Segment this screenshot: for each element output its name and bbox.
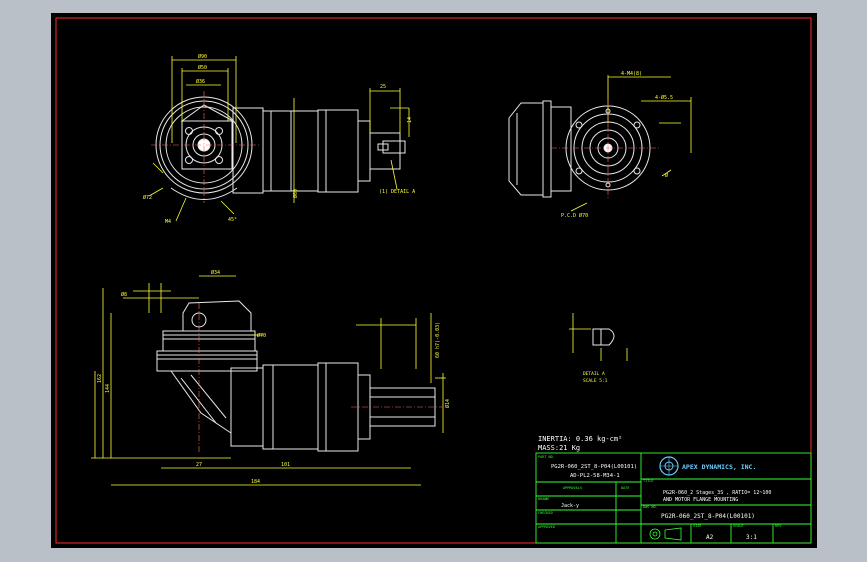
svg-text:PG2R-060_2ST_8-P04(L00101): PG2R-060_2ST_8-P04(L00101)	[551, 464, 637, 470]
drawing-canvas: Ø90 Ø50 Ø36 Ø60 25 14 (1) DETAIL A Ø72 M…	[55, 17, 812, 544]
svg-text:DWG NO.: DWG NO.	[643, 505, 658, 509]
inertia-note: INERTIA: 0.36 kg-cm²	[538, 435, 622, 443]
svg-text:PG2R-060_2ST_8-P04(L00101): PG2R-060_2ST_8-P04(L00101)	[661, 513, 755, 520]
svg-text:DRAWN: DRAWN	[538, 497, 549, 501]
svg-text:4-M4(8): 4-M4(8)	[621, 71, 642, 77]
company-name: APEX DYNAMICS, INC.	[682, 463, 756, 471]
svg-text:M4: M4	[165, 219, 171, 225]
svg-text:DATE: DATE	[621, 486, 629, 490]
detail-a	[592, 328, 615, 346]
svg-text:101: 101	[281, 462, 290, 468]
svg-text:P.C.D Ø70: P.C.D Ø70	[561, 212, 588, 219]
svg-text:14: 14	[407, 117, 413, 123]
detail-a-dims	[569, 313, 628, 361]
svg-text:CHECKED: CHECKED	[538, 511, 553, 515]
svg-text:Ø14: Ø14	[444, 399, 451, 408]
svg-text:4-Ø5.5: 4-Ø5.5	[655, 94, 673, 101]
svg-text:A2: A2	[706, 534, 714, 541]
company-logo-icon	[659, 456, 679, 476]
svg-text:45°: 45°	[228, 217, 237, 223]
svg-text:144: 144	[105, 384, 111, 393]
svg-text:Ø90: Ø90	[198, 53, 207, 60]
cad-viewport[interactable]: Ø90 Ø50 Ø36 Ø60 25 14 (1) DETAIL A Ø72 M…	[51, 13, 817, 548]
svg-text:Ø60: Ø60	[292, 189, 299, 198]
section-view-dims	[91, 275, 446, 486]
svg-text:AD-PL2-58-M34-1: AD-PL2-58-M34-1	[570, 473, 620, 479]
detail-label-1: DETAIL A	[583, 371, 605, 377]
svg-text:SCALE: SCALE	[733, 524, 744, 528]
svg-text:162: 162	[97, 374, 103, 383]
svg-text:184: 184	[251, 479, 260, 485]
svg-text:Ø70: Ø70	[257, 332, 266, 339]
svg-text:APPROVALS: APPROVALS	[563, 486, 582, 490]
detail-label-2: SCALE 5:1	[583, 378, 608, 384]
svg-text:(1) DETAIL A: (1) DETAIL A	[379, 189, 415, 195]
svg-text:27: 27	[196, 462, 202, 468]
svg-text:60 h7(-0.03): 60 h7(-0.03)	[435, 322, 441, 358]
svg-text:25: 25	[380, 84, 386, 90]
front-view	[155, 96, 406, 200]
projection-symbol-icon	[649, 527, 682, 541]
svg-text:Ø50: Ø50	[198, 64, 207, 71]
svg-text:PG2R-060_2 Stages_3S , RATIO=: PG2R-060_2 Stages_3S , RATIO= 12~100	[663, 490, 771, 496]
front-view-dim-text: Ø90 Ø50 Ø36 Ø60 25 14 (1) DETAIL A Ø72 M…	[143, 53, 415, 225]
svg-text:SIZE: SIZE	[693, 524, 701, 528]
svg-text:AND MOTOR FLANGE MOUNTING: AND MOTOR FLANGE MOUNTING	[663, 497, 738, 503]
svg-text:3:1: 3:1	[746, 534, 757, 541]
svg-text:Ø: Ø	[665, 172, 668, 179]
svg-text:TITLE: TITLE	[643, 479, 654, 483]
svg-text:APPROVED: APPROVED	[538, 525, 555, 529]
side-view	[508, 100, 651, 198]
svg-text:REV: REV	[775, 524, 782, 528]
svg-text:Ø72: Ø72	[143, 194, 152, 201]
svg-text:Ø8: Ø8	[121, 291, 127, 298]
section-view-dim-text: 162 144 Ø34 27 101 184 60 h7(-0.03) Ø14 …	[97, 269, 451, 485]
svg-text:Ø36: Ø36	[196, 78, 205, 85]
svg-text:Jack-y: Jack-y	[561, 503, 579, 509]
mass-note: MASS:21 Kg	[538, 444, 580, 452]
svg-text:PART NO.: PART NO.	[538, 455, 555, 459]
svg-text:Ø34: Ø34	[211, 269, 220, 276]
